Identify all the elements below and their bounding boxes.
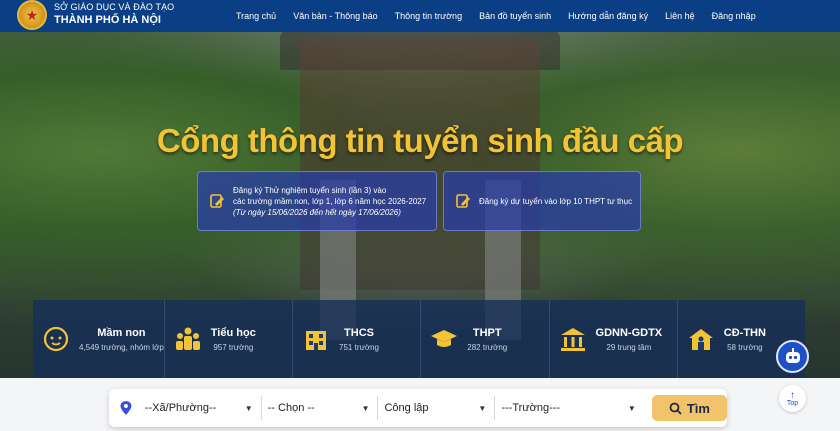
back-to-top-button[interactable]: ↑ Top: [779, 385, 806, 412]
edit-document-icon: [210, 194, 224, 208]
nav-contact[interactable]: Liên hệ: [665, 11, 695, 21]
caret-down-icon: ▼: [627, 403, 636, 413]
main-nav: Trang chủ Văn bản - Thông báo Thông tin …: [236, 0, 773, 32]
brand-line1: SỞ GIÁO DỤC VÀ ĐÀO TẠO: [54, 2, 175, 12]
category-mam-non[interactable]: Mầm non 4,549 trường, nhóm lớp: [33, 300, 165, 378]
institution-icon: [560, 328, 585, 351]
nav-documents[interactable]: Văn bản - Thông báo: [293, 11, 377, 21]
category-count: 29 trung tâm: [606, 342, 652, 352]
building-icon: [306, 331, 327, 350]
notice-card-grade10-private[interactable]: Đăng ký dự tuyển vào lớp 10 THPT tư thục: [443, 171, 641, 231]
caret-down-icon: ▼: [478, 403, 487, 413]
caret-down-icon: ▼: [244, 403, 253, 413]
category-count: 282 trường: [467, 342, 508, 352]
notice-1-line2: các trường mầm non, lớp 1, lớp 6 năm học…: [233, 196, 427, 206]
chatbot-button[interactable]: [776, 340, 809, 373]
robot-icon: [785, 347, 800, 363]
level-select[interactable]: -- Chọn -- ▼: [262, 396, 379, 420]
category-count: 957 trường: [213, 342, 254, 352]
nav-map[interactable]: Bản đồ tuyển sinh: [479, 11, 551, 21]
category-name: Tiểu học: [210, 326, 256, 339]
school-select-value: ---Trường---: [501, 402, 561, 414]
page-title: Cổng thông tin tuyển sinh đầu cấp: [156, 122, 684, 159]
search-icon: [669, 402, 682, 415]
search-button[interactable]: Tìm: [651, 395, 728, 421]
category-gdnn-gdtx[interactable]: GDNN-GDTX 29 trung tâm: [549, 300, 678, 378]
level-select-value: -- Chọn --: [267, 402, 315, 414]
notice-card-registration-trial[interactable]: Đăng ký Thử nghiệm tuyển sinh (lần 3) và…: [197, 171, 437, 231]
notice-1-line1: Đăng ký Thử nghiệm tuyển sinh (lần 3) và…: [233, 185, 387, 195]
category-count: 4,549 trường, nhóm lớp: [79, 342, 164, 352]
category-count: 58 trường: [727, 342, 763, 352]
category-count: 751 trường: [339, 342, 379, 352]
notice-1-text: Đăng ký Thử nghiệm tuyển sinh (lần 3) và…: [233, 185, 426, 218]
category-name: CĐ-THN: [723, 326, 766, 339]
back-to-top-label: Top: [786, 399, 799, 407]
category-name: THPT: [472, 326, 502, 339]
caret-down-icon: ▼: [361, 403, 370, 413]
nav-schools[interactable]: Thông tin trường: [395, 11, 462, 21]
child-face-icon: [43, 326, 69, 352]
location-pin-icon: [120, 401, 132, 415]
category-name: Mầm non: [97, 326, 146, 339]
school-type-value: Công lập: [384, 402, 429, 414]
school-level-strip: Mầm non 4,549 trường, nhóm lớp Tiểu học …: [33, 300, 806, 378]
arrow-up-icon: ↑: [790, 389, 795, 401]
category-name: THCS: [344, 326, 374, 339]
category-tieu-hoc[interactable]: Tiểu học 957 trường: [164, 300, 294, 378]
house-person-icon: [688, 329, 713, 350]
school-select[interactable]: ---Trường--- ▼: [495, 396, 643, 420]
ward-select[interactable]: --Xã/Phường-- ▼: [139, 396, 262, 420]
students-icon: [175, 327, 200, 350]
category-thpt[interactable]: THPT 282 trường: [421, 300, 550, 378]
school-type-select[interactable]: Công lập ▼: [378, 396, 496, 420]
notice-2-text: Đăng ký dự tuyển vào lớp 10 THPT tư thục: [479, 196, 633, 206]
site-logo[interactable]: ★: [17, 0, 47, 30]
category-name: GDNN-GDTX: [595, 326, 663, 339]
category-thcs[interactable]: THCS 751 trường: [293, 300, 422, 378]
star-icon: ★: [25, 7, 39, 23]
search-button-label: Tìm: [686, 400, 710, 416]
nav-guide[interactable]: Hướng dẫn đăng ký: [568, 11, 648, 21]
ward-select-value: --Xã/Phường--: [144, 402, 217, 414]
notice-1-line3: (Từ ngày 15/06/2026 đến hết ngày 17/06/2…: [233, 207, 401, 217]
top-header: ★ SỞ GIÁO DỤC VÀ ĐÀO TẠO THÀNH PHỐ HÀ NỘ…: [0, 0, 840, 32]
brand-line2: THÀNH PHỐ HÀ NỘI: [54, 14, 161, 26]
search-bar: --Xã/Phường-- ▼ -- Chọn -- ▼ Công lập ▼ …: [109, 389, 728, 427]
brand-text[interactable]: SỞ GIÁO DỤC VÀ ĐÀO TẠO THÀNH PHỐ HÀ NỘI: [54, 2, 174, 28]
nav-login[interactable]: Đăng nhập: [712, 11, 756, 21]
graduation-cap-icon: [431, 330, 458, 347]
edit-document-icon: [456, 194, 470, 208]
nav-home[interactable]: Trang chủ: [236, 11, 276, 21]
